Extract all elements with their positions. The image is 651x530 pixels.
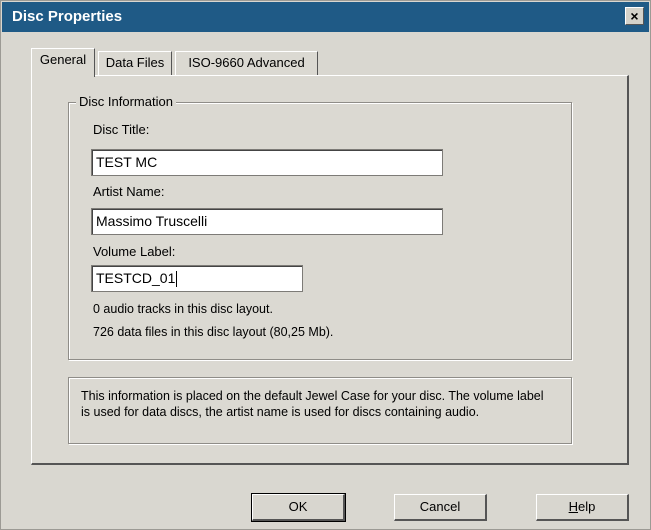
artist-name-label: Artist Name: (93, 184, 165, 199)
close-icon: × (630, 8, 639, 24)
volume-label-label: Volume Label: (93, 244, 176, 259)
disc-properties-dialog: Disc Properties × General Data Files ISO… (0, 0, 651, 530)
ok-button[interactable]: OK (251, 493, 346, 522)
text-cursor (176, 271, 178, 288)
close-button[interactable]: × (625, 7, 644, 25)
help-label-rest: elp (578, 499, 596, 514)
tab-general[interactable]: General (31, 48, 95, 77)
jewel-case-note: This information is placed on the defaul… (81, 389, 544, 419)
disc-title-label: Disc Title: (93, 122, 150, 137)
audio-tracks-count: 0 audio tracks in this disc layout. (93, 302, 273, 316)
data-files-count: 726 data files in this disc layout (80,2… (93, 325, 334, 339)
disc-information-label: Disc Information (76, 94, 176, 109)
title-bar[interactable]: Disc Properties × (2, 2, 649, 32)
artist-name-field[interactable]: Massimo Truscelli (91, 208, 443, 235)
volume-label-field[interactable]: TESTCD_01 (91, 265, 303, 292)
disc-title-field[interactable]: TEST MC (91, 149, 443, 176)
help-button[interactable]: Help (536, 494, 629, 521)
cancel-button[interactable]: Cancel (394, 494, 487, 521)
tab-iso-9660-advanced[interactable]: ISO-9660 Advanced (175, 51, 318, 75)
volume-label-value: TESTCD_01 (96, 270, 176, 286)
window-title: Disc Properties (12, 8, 123, 25)
tab-data-files[interactable]: Data Files (98, 51, 172, 75)
help-mnemonic: H (568, 499, 579, 514)
